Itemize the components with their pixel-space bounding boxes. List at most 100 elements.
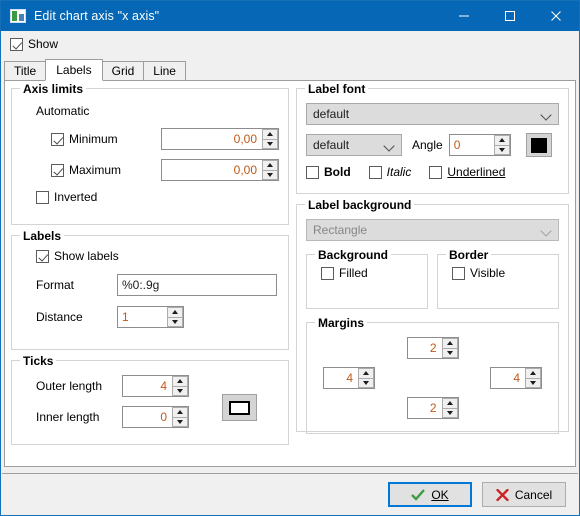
label-font-group: Label font default default Angle 0 Bold … xyxy=(296,82,569,194)
checkbox-box xyxy=(36,191,49,204)
spin-arrows[interactable] xyxy=(171,407,188,427)
spin-up-icon[interactable] xyxy=(262,160,278,171)
spin-up-icon[interactable] xyxy=(441,398,458,409)
font-family-combo[interactable]: default xyxy=(306,103,559,125)
tab-title-label: Title xyxy=(14,64,37,78)
font-family-value: default xyxy=(313,107,350,121)
tab-line-label: Line xyxy=(153,64,176,78)
distance-spinbox[interactable]: 1 xyxy=(117,306,184,328)
margin-left-value: 4 xyxy=(346,371,353,385)
spin-arrows[interactable] xyxy=(440,338,458,358)
border-subgroup: Border Visible xyxy=(437,248,559,309)
outer-length-spinbox[interactable]: 4 xyxy=(122,375,189,397)
bold-checkbox[interactable]: Bold xyxy=(306,166,351,179)
label-background-legend: Label background xyxy=(305,198,415,212)
distance-value: 1 xyxy=(122,310,129,324)
edit-chart-axis-dialog: Edit chart axis "x axis" Show Title Labe… xyxy=(0,0,580,516)
underlined-checkbox[interactable]: Underlined xyxy=(429,166,505,179)
tab-line[interactable]: Line xyxy=(143,61,186,80)
spin-arrows[interactable] xyxy=(261,129,278,149)
tab-labels[interactable]: Labels xyxy=(45,59,103,81)
spin-down-icon[interactable] xyxy=(172,417,188,427)
show-labels-checkbox[interactable]: Show labels xyxy=(36,250,119,263)
inner-length-value: 0 xyxy=(160,410,167,424)
spin-up-icon[interactable] xyxy=(358,368,374,379)
spin-up-icon[interactable] xyxy=(172,376,188,387)
tick-pen-button[interactable] xyxy=(222,394,257,421)
checkbox-box xyxy=(10,38,23,51)
ticks-legend: Ticks xyxy=(20,354,57,368)
label-shape-combo[interactable]: Rectangle xyxy=(306,219,559,241)
spin-down-icon[interactable] xyxy=(525,378,541,388)
spin-down-icon[interactable] xyxy=(358,378,374,388)
maximum-checkbox[interactable]: Maximum xyxy=(51,163,161,177)
spin-arrows[interactable] xyxy=(524,368,541,388)
chevron-down-icon xyxy=(384,142,395,149)
spin-arrows[interactable] xyxy=(166,307,183,327)
dialog-body: Show Title Labels Grid Line Axis limits … xyxy=(1,31,579,515)
minimum-checkbox[interactable]: Minimum xyxy=(51,131,161,146)
chevron-down-icon xyxy=(541,111,552,118)
font-color-button[interactable] xyxy=(525,133,552,157)
inverted-checkbox[interactable]: Inverted xyxy=(36,191,97,204)
rectangle-icon xyxy=(229,400,250,415)
ok-button[interactable]: OK xyxy=(388,482,472,507)
label-font-legend: Label font xyxy=(305,82,369,96)
bold-label: Bold xyxy=(324,165,351,179)
title-bar: Edit chart axis "x axis" xyxy=(1,1,579,31)
minimum-label: Minimum xyxy=(69,131,118,146)
spin-down-icon[interactable] xyxy=(441,408,458,418)
background-legend: Background xyxy=(315,248,392,262)
checkbox-box xyxy=(306,166,319,179)
ok-button-label: OK xyxy=(431,487,449,502)
tab-grid[interactable]: Grid xyxy=(101,61,145,80)
spin-up-icon[interactable] xyxy=(262,129,278,140)
angle-label: Angle xyxy=(412,138,443,152)
maximum-spinbox[interactable]: 0,00 xyxy=(161,159,279,181)
margin-top-spinbox[interactable]: 2 xyxy=(406,337,459,359)
maximize-icon[interactable] xyxy=(487,1,533,31)
spin-down-icon[interactable] xyxy=(441,348,458,358)
border-legend: Border xyxy=(446,248,492,262)
inner-length-label: Inner length xyxy=(36,410,100,424)
spin-down-icon[interactable] xyxy=(167,317,183,327)
spin-down-icon[interactable] xyxy=(262,139,278,149)
spin-up-icon[interactable] xyxy=(172,407,188,418)
spin-up-icon[interactable] xyxy=(493,135,510,146)
spin-arrows[interactable] xyxy=(440,398,458,418)
margin-right-spinbox[interactable]: 4 xyxy=(490,367,542,389)
angle-spinbox[interactable]: 0 xyxy=(448,134,511,156)
spin-arrows[interactable] xyxy=(171,376,188,396)
margin-left-spinbox[interactable]: 4 xyxy=(323,367,375,389)
spin-arrows[interactable] xyxy=(261,160,278,180)
margins-legend: Margins xyxy=(315,316,368,330)
tab-title[interactable]: Title xyxy=(4,61,47,80)
spin-arrows[interactable] xyxy=(357,368,374,388)
cancel-button[interactable]: Cancel xyxy=(482,482,566,507)
show-checkbox[interactable]: Show xyxy=(10,38,58,51)
filled-checkbox[interactable]: Filled xyxy=(321,267,368,280)
spin-up-icon[interactable] xyxy=(441,338,458,349)
chart-icon xyxy=(10,9,26,23)
spin-up-icon[interactable] xyxy=(167,307,183,318)
italic-checkbox[interactable]: Italic xyxy=(368,166,411,179)
close-x-icon xyxy=(496,488,509,501)
margin-bottom-spinbox[interactable]: 2 xyxy=(406,397,459,419)
visible-checkbox[interactable]: Visible xyxy=(452,267,505,280)
spin-down-icon[interactable] xyxy=(262,170,278,180)
close-icon[interactable] xyxy=(533,1,579,31)
spin-arrows[interactable] xyxy=(492,135,510,155)
labels-legend: Labels xyxy=(20,229,65,243)
format-input[interactable]: %0:.9g xyxy=(117,274,277,296)
checkbox-box xyxy=(51,163,64,177)
spin-down-icon[interactable] xyxy=(172,386,188,396)
spin-up-icon[interactable] xyxy=(525,368,541,379)
minimize-icon[interactable] xyxy=(441,1,487,31)
ticks-group: Ticks Outer length 4 Inner length 0 xyxy=(11,354,289,445)
tab-grid-label: Grid xyxy=(111,64,135,78)
spin-down-icon[interactable] xyxy=(493,145,510,155)
axis-limits-legend: Axis limits xyxy=(20,82,87,96)
inner-length-spinbox[interactable]: 0 xyxy=(122,406,189,428)
font-style-combo[interactable]: default xyxy=(306,134,402,156)
minimum-spinbox[interactable]: 0,00 xyxy=(161,128,279,150)
